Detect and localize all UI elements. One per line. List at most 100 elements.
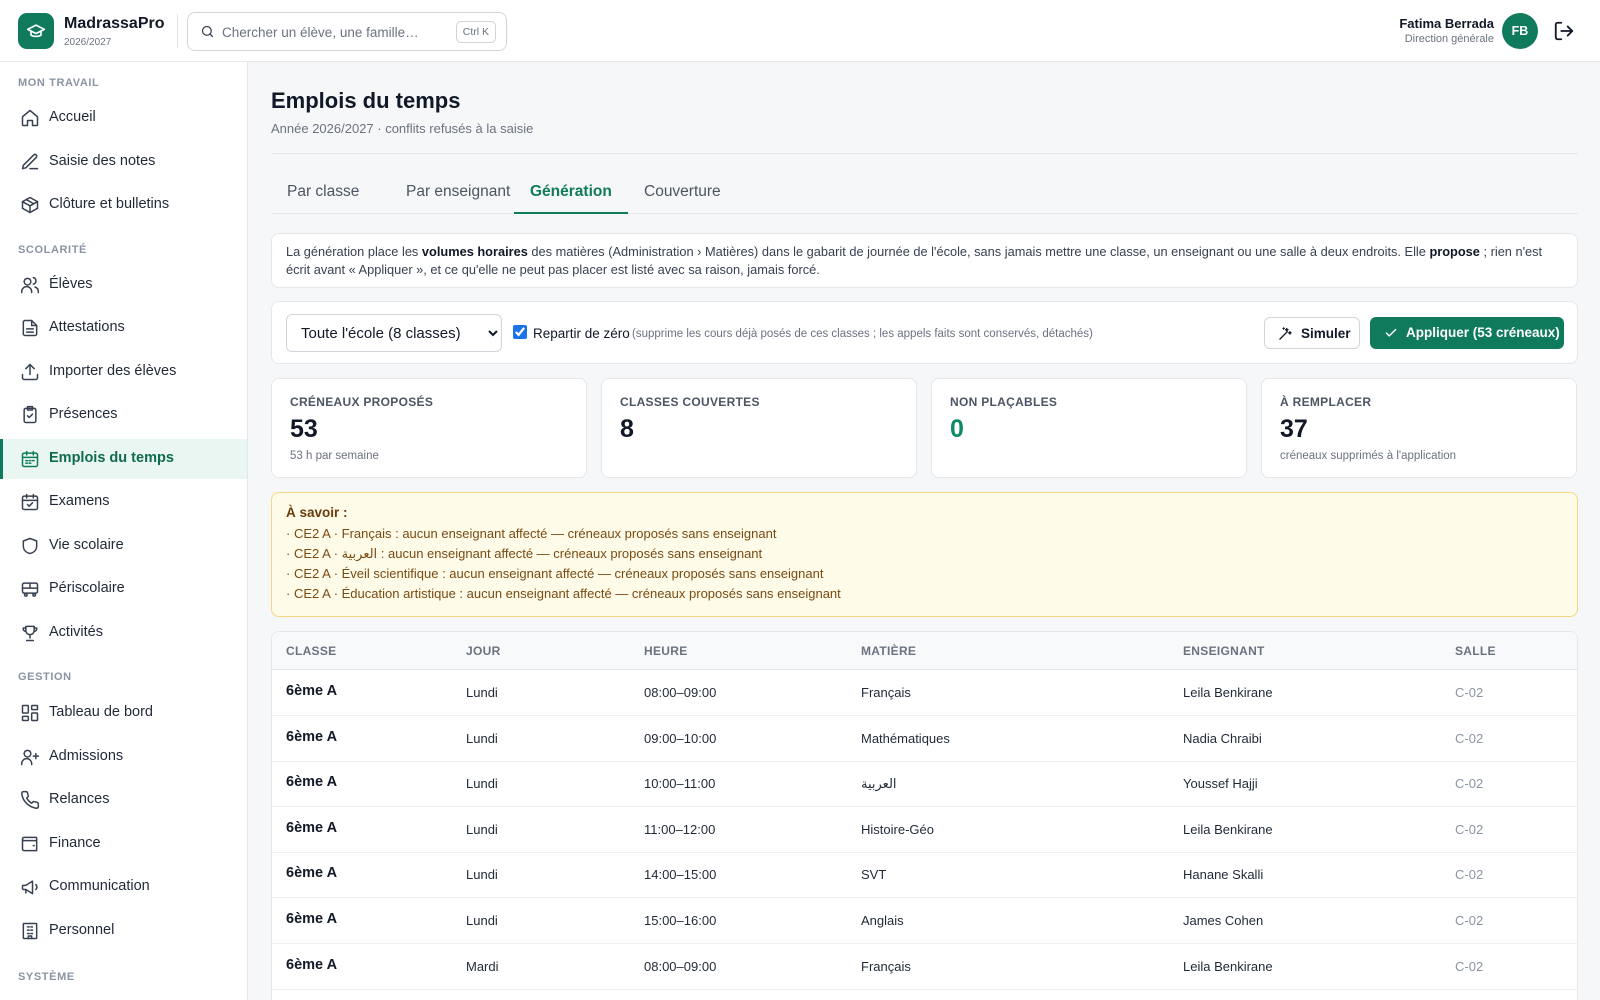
user-plus-icon [20, 749, 40, 766]
document-icon [22, 319, 38, 337]
home-icon [21, 109, 39, 127]
cell-classe: 6ème A [286, 819, 338, 836]
table-row[interactable]: 6ème A Lundi 09:00–10:00 Mathématiques Nadia… [272, 716, 1577, 762]
cell-classe: 6ème A [286, 956, 338, 973]
sidebar-item-eleves[interactable]: Élèves [0, 265, 247, 305]
column-header-jour[interactable]: JOUR [466, 644, 501, 658]
scope-select[interactable]: Toute l'école (8 classes) [286, 314, 502, 352]
cell-enseignant: Hanane Skalli [1183, 867, 1264, 883]
tab-par-classe[interactable]: Par classe [271, 176, 375, 214]
table-row[interactable]: 6ème A Lundi 08:00–09:00 Français Leila Benk… [272, 670, 1577, 716]
sidebar-item-communication[interactable]: Communication [0, 867, 247, 907]
sidebar-item-attestations[interactable]: Attestations [0, 308, 247, 348]
cell-heure: 14:00–15:00 [644, 867, 717, 883]
sidebar-item-activites[interactable]: Activités [0, 613, 247, 653]
cell-matiere: Mathématiques [861, 730, 950, 746]
kpi-sub: 53 h par semaine [290, 450, 379, 462]
cell-heure: 15:00–16:00 [644, 913, 717, 928]
from-scratch-label[interactable]: Repartir de zéro [533, 326, 630, 341]
simulate-button-label: Simuler [1301, 326, 1351, 341]
table-row[interactable]: 6ème A Lundi 14:00–15:00 SVT Hanane Skalli C-… [272, 852, 1577, 899]
warning-title: À savoir : [286, 505, 348, 520]
check-icon [1385, 328, 1397, 337]
cell-salle: C-02 [1455, 685, 1484, 700]
generation-info-box: La génération place les volumes horaires… [271, 233, 1578, 288]
user-name: Fatima Berrada [1399, 16, 1494, 31]
sidebar-item-label: Accueil [49, 109, 96, 125]
tab-par-enseignant[interactable]: Par enseignant [390, 176, 526, 214]
column-header-enseignant[interactable]: ENSEIGNANT [1183, 644, 1265, 658]
cell-jour: Lundi [466, 821, 498, 837]
cell-matiere: العربية [861, 776, 897, 792]
sidebar-item-label: Présences [49, 406, 118, 422]
sidebar-item-relances[interactable]: Relances [0, 780, 247, 820]
sidebar-item-admissions[interactable]: Admissions [0, 737, 247, 777]
cell-jour: Lundi [466, 867, 498, 883]
sidebar-section-title: MON TRAVAIL [18, 77, 100, 89]
sidebar-item-importer-eleves[interactable]: Importer des élèves [0, 352, 247, 392]
from-scratch-checkbox[interactable] [513, 325, 527, 339]
search-box[interactable]: Ctrl K [187, 12, 507, 51]
cell-salle: C-02 [1455, 867, 1484, 883]
logout-icon[interactable] [1553, 20, 1575, 42]
kpi-label: À REMPLACER [1280, 395, 1372, 409]
sidebar-item-emplois-du-temps[interactable]: Emplois du temps [0, 439, 247, 479]
cell-enseignant: Leila Benkirane [1183, 685, 1273, 700]
graduation-cap-icon [26, 24, 46, 38]
kpi-card-classes-couvertes: CLASSES COUVERTES 8 [601, 378, 917, 478]
sidebar-item-accueil[interactable]: Accueil [0, 98, 247, 138]
apply-button[interactable]: Appliquer (53 créneaux) [1370, 317, 1564, 349]
sidebar-item-tableau-de-bord[interactable]: Tableau de bord [0, 693, 247, 733]
table-row[interactable]: 6ème A Lundi 10:00–11:00 العربية Youssef Haj… [272, 761, 1577, 808]
building-icon [22, 922, 38, 940]
sidebar-item-presences[interactable]: Présences [0, 395, 247, 435]
cell-classe: 6ème A [286, 774, 338, 791]
kpi-value: 37 [1280, 415, 1308, 443]
sidebar-item-label: Admissions [49, 748, 124, 764]
table-row[interactable]: 6ème A Mardi 08:00–09:00 Français Leila Benk… [272, 944, 1577, 990]
magic-wand-icon [1279, 327, 1292, 340]
sidebar-item-label: Périscolaire [49, 580, 125, 596]
page-subtitle: Année 2026/2027 · conflits refusés à la … [271, 121, 534, 136]
app-logo[interactable] [18, 13, 54, 49]
cell-enseignant: Leila Benkirane [1183, 958, 1273, 974]
simulate-button[interactable]: Simuler [1264, 317, 1360, 349]
avatar[interactable]: FB [1502, 13, 1538, 49]
sidebar-item-examens[interactable]: Examens [0, 482, 247, 522]
cell-enseignant: Leila Benkirane [1183, 821, 1273, 837]
app-name: MadrassaPro [64, 15, 165, 32]
column-header-matiere[interactable]: MATIÈRE [861, 644, 916, 658]
tab-couverture[interactable]: Couverture [628, 176, 737, 214]
sidebar-item-label: Relances [49, 791, 110, 807]
clipboard-check-icon [23, 405, 37, 424]
column-header-heure[interactable]: HEURE [644, 644, 688, 658]
search-icon [201, 25, 214, 38]
column-header-classe[interactable]: CLASSE [286, 644, 336, 658]
cell-classe: 6ème A [286, 728, 338, 745]
user-role: Direction générale [1404, 33, 1494, 45]
sidebar-item-cloture-bulletins[interactable]: Clôture et bulletins [0, 185, 247, 225]
kpi-card-non-placables: NON PLAÇABLES 0 [931, 378, 1247, 478]
column-header-salle[interactable]: SALLE [1455, 644, 1496, 658]
cell-classe: 6ème A [286, 683, 338, 699]
search-input[interactable] [222, 21, 442, 43]
dashboard-icon [21, 704, 39, 722]
sidebar-item-label: Vie scolaire [49, 537, 124, 553]
kpi-card-creneaux-proposes: CRÉNEAUX PROPOSÉS 53 53 h par semaine [271, 378, 587, 478]
kpi-value: 0 [950, 415, 964, 443]
sidebar-item-label: Saisie des notes [49, 153, 156, 169]
cell-matiere: SVT [861, 867, 887, 883]
sidebar-item-finance[interactable]: Finance [0, 824, 247, 864]
sidebar-item-vie-scolaire[interactable]: Vie scolaire [0, 526, 247, 566]
tab-generation[interactable]: Génération [514, 176, 628, 214]
cell-matiere: Français [861, 685, 911, 700]
table-row[interactable]: 6ème A Lundi 11:00–12:00 Histoire-Géo Leila … [272, 807, 1577, 853]
sidebar-item-periscolaire[interactable]: Périscolaire [0, 569, 247, 609]
cell-matiere: Histoire-Géo [861, 821, 934, 837]
sidebar-item-personnel[interactable]: Personnel [0, 911, 247, 951]
kpi-value: 8 [620, 415, 634, 443]
table-row[interactable]: 6ème A Lundi 15:00–16:00 Anglais James Cohen… [272, 898, 1577, 944]
sidebar-item-saisie-notes[interactable]: Saisie des notes [0, 142, 247, 182]
warning-line: · CE2 A · Français : aucun enseignant af… [286, 526, 777, 541]
calendar-icon [21, 450, 39, 468]
